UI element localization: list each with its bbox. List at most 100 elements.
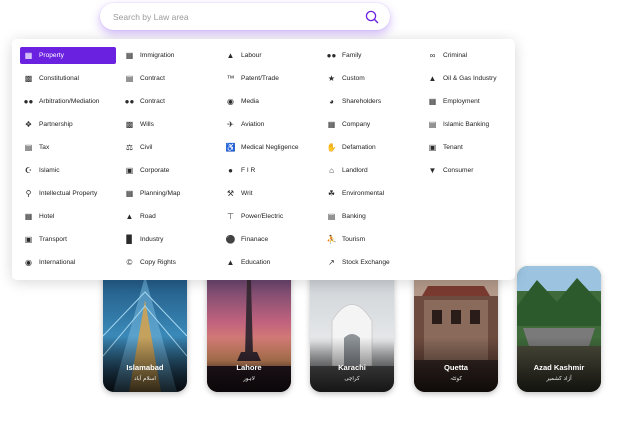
category-item-writ[interactable]: ⚒ Writ	[226, 185, 253, 202]
category-item-islamic[interactable]: ☪ Islamic	[24, 162, 60, 179]
search-bar[interactable]	[100, 3, 390, 30]
category-item-banking[interactable]: ▤ Banking	[327, 208, 366, 225]
city-card-lahore[interactable]: Lahore لاہور	[207, 266, 291, 392]
category-item-employment[interactable]: ▦ Employment	[428, 93, 480, 110]
power-pylon-icon: ⊤	[227, 212, 234, 221]
category-item-company[interactable]: ▦ Company	[327, 116, 371, 133]
handshake-icon: ❖	[24, 120, 33, 129]
police-officer-icon: ●	[228, 166, 233, 175]
city-card-islamabad[interactable]: Islamabad اسلام آباد	[103, 266, 187, 392]
category-item-oil-gas-industry[interactable]: ▲ Oil & Gas Industry	[428, 70, 497, 87]
category-item-fir[interactable]: ● F I R	[226, 162, 255, 179]
oil-rig-icon: ▲	[428, 74, 437, 83]
category-item-immigration[interactable]: ▦ Immigration	[125, 47, 175, 64]
category-item-road[interactable]: ▲ Road	[125, 208, 156, 225]
graduation-cap-icon: ▲	[226, 258, 235, 267]
category-label: Road	[140, 213, 156, 220]
category-label: Planning/Map	[140, 190, 181, 197]
category-item-wills[interactable]: ▩ Wills	[125, 116, 154, 133]
category-item-media[interactable]: ◉ Media	[226, 93, 259, 110]
category-label: Tax	[39, 144, 50, 151]
city-card-azad-kashmir[interactable]: Azad Kashmir آزاد کشمیر	[517, 266, 601, 392]
search-icon[interactable]	[364, 9, 380, 25]
category-item-transport[interactable]: ▣ Transport	[24, 231, 67, 248]
category-item-landlord[interactable]: ⌂ Landlord	[327, 162, 368, 179]
city-urdu-name: کوئٹہ	[450, 376, 462, 382]
category-label: Transport	[39, 236, 67, 243]
video-camera-icon: ◉	[227, 97, 234, 106]
trademark-icon: ™	[226, 74, 235, 83]
city-urdu-name: لاہور	[243, 376, 255, 382]
city-card-quetta[interactable]: Quetta کوئٹہ	[414, 266, 498, 392]
people-icon: ●●	[124, 97, 135, 106]
category-label: Industry	[140, 236, 164, 243]
airplane-icon: ✈	[227, 120, 234, 129]
category-item-contract-2[interactable]: ●● Contract	[125, 93, 165, 110]
gavel-icon: ⚒	[226, 189, 235, 198]
category-item-aviation[interactable]: ✈ Aviation	[226, 116, 264, 133]
category-item-international[interactable]: ◉ International	[24, 254, 75, 271]
category-label: Power/Electric	[241, 213, 284, 220]
category-item-tenant[interactable]: ▣ Tenant	[428, 139, 463, 156]
city-card-karachi[interactable]: Karachi کراچی	[310, 266, 394, 392]
city-name: Islamabad	[126, 363, 164, 372]
category-item-property[interactable]: ▦ Property	[20, 47, 116, 64]
category-item-contract[interactable]: ▤ Contract	[125, 70, 165, 87]
category-item-patent-trade[interactable]: ™ Patent/Trade	[226, 70, 279, 87]
category-item-shareholders[interactable]: ◕ Shareholders	[327, 93, 381, 110]
category-item-partnership[interactable]: ❖ Partnership	[24, 116, 73, 133]
category-item-tax[interactable]: ▤ Tax	[24, 139, 50, 156]
hiker-icon: ⛹	[326, 235, 337, 244]
category-item-custom[interactable]: ★ Custom	[327, 70, 365, 87]
category-item-labour[interactable]: ▲ Labour	[226, 47, 262, 64]
trend-up-icon: ↗	[328, 258, 335, 267]
category-label: Family	[342, 52, 362, 59]
category-item-arbitration[interactable]: ●● Arbitration/Mediation	[24, 93, 100, 110]
category-item-constitutional[interactable]: ▩ Constitutional	[24, 70, 79, 87]
category-item-consumer[interactable]: ▼ Consumer	[428, 162, 474, 179]
category-label: Finanace	[241, 236, 269, 243]
category-item-planning-map[interactable]: ▦ Planning/Map	[125, 185, 181, 202]
category-label: Constitutional	[39, 75, 79, 82]
islamic-bank-icon: ▤	[428, 120, 437, 129]
city-urdu-name: کراچی	[344, 376, 360, 382]
category-item-copy-rights[interactable]: © Copy Rights	[125, 254, 176, 271]
city-urdu-name: اسلام آباد	[134, 376, 156, 382]
category-item-hotel[interactable]: ▦ Hotel	[24, 208, 55, 225]
search-input[interactable]	[111, 10, 364, 23]
category-item-medical-negligence[interactable]: ♿ Medical Negligence	[226, 139, 299, 156]
category-item-intellectual-property[interactable]: ⚲ Intellectual Property	[24, 185, 98, 202]
category-label: Criminal	[443, 52, 468, 59]
hotel-icon: ▦	[24, 212, 33, 221]
city-name: Azad Kashmir	[533, 363, 585, 372]
category-item-islamic-banking[interactable]: ▤ Islamic Banking	[428, 116, 489, 133]
category-label: Contract	[140, 75, 165, 82]
category-label: Employment	[443, 98, 480, 105]
hand-stop-icon: ✋	[326, 143, 337, 152]
category-item-power-electric[interactable]: ⊤ Power/Electric	[226, 208, 283, 225]
category-item-criminal[interactable]: ∞ Criminal	[428, 47, 468, 64]
category-item-environmental[interactable]: ☘ Environmental	[327, 185, 384, 202]
crescent-star-icon: ☪	[24, 166, 33, 175]
category-label: Copy Rights	[140, 259, 176, 266]
will-document-icon: ▩	[125, 120, 134, 129]
category-label: Arbitration/Mediation	[39, 98, 100, 105]
category-label: Banking	[342, 213, 366, 220]
building-icon: ▦	[24, 51, 33, 60]
category-item-tourism[interactable]: ⛹ Tourism	[326, 231, 366, 248]
category-item-finance[interactable]: ⚫ Finanace	[226, 231, 269, 248]
category-label: Shareholders	[342, 98, 382, 105]
category-label: Environmental	[342, 190, 385, 197]
category-item-corporate[interactable]: ▣ Corporate	[125, 162, 170, 179]
shopping-basket-icon: ▼	[428, 166, 437, 175]
category-item-industry[interactable]: ▉ Industry	[125, 231, 163, 248]
bank-icon: ▤	[327, 212, 336, 221]
category-label: Company	[342, 121, 371, 128]
category-item-stock-exchange[interactable]: ↗ Stock Exchange	[327, 254, 390, 271]
category-item-education[interactable]: ▲ Education	[226, 254, 271, 271]
category-item-defamation[interactable]: ✋ Defamation	[327, 139, 376, 156]
category-label: Medical Negligence	[241, 144, 299, 151]
family-icon: ●●	[326, 51, 337, 60]
category-item-family[interactable]: ●● Family	[326, 47, 362, 64]
category-item-civil[interactable]: ⚖ Civil	[125, 139, 153, 156]
